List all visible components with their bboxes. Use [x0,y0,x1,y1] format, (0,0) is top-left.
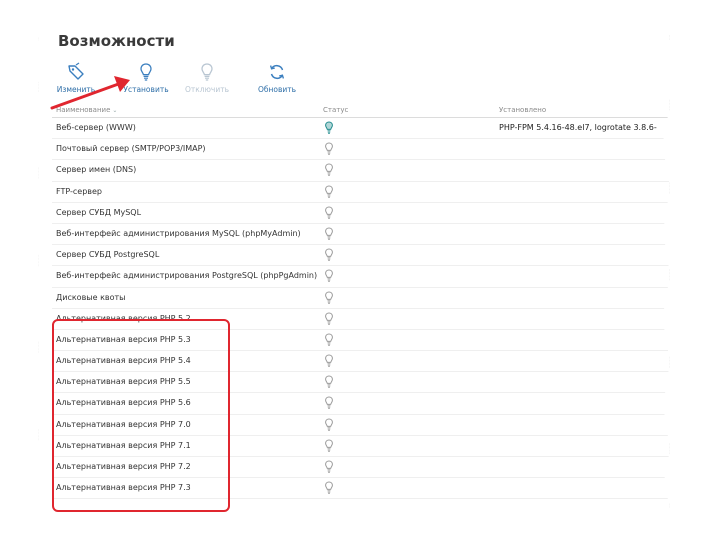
annotation-arrow-icon [50,76,130,110]
row-installed-packages: PHP-FPM 5.4.16-48.el7, logrotate 3.8.6- [499,123,657,132]
status-bulb-icon [325,206,333,219]
page-title: Возможности [58,32,175,50]
status-bulb-icon [325,354,333,368]
table-row[interactable]: Веб-сервер (WWW) PHP-FPM 5.4.16-48.el7, l… [52,118,670,140]
status-bulb-icon [325,142,333,156]
row-name: Сервер СУБД PostgreSQL [56,250,160,260]
row-name: Веб-сервер (WWW) [56,123,136,132]
lightbulb-off-icon [201,63,213,81]
status-bulb-icon [325,248,333,262]
status-bulb-icon [325,333,333,346]
row-name: Дисковые квоты [56,292,126,302]
status-bulb-icon [325,163,333,177]
table-row[interactable]: Дисковые квоты [52,288,670,309]
status-installed-bulb-icon [325,121,333,134]
table-header: Наименование ⌄ Статус Установлено [52,104,670,118]
status-bulb-icon [325,439,333,452]
status-bulb-icon [325,269,333,283]
refresh-button-label: Обновить [257,85,297,94]
status-bulb-icon [325,290,333,304]
table-row[interactable]: Почтовый сервер (SMTP/POP3/IMAP) [52,139,670,161]
table-row[interactable]: Сервер СУБД PostgreSQL [52,245,670,267]
annotation-highlight-box [52,319,230,512]
status-bulb-icon [325,375,333,389]
disable-button[interactable]: Отключить [182,62,232,94]
row-name: Сервер СУБД MySQL [56,207,142,217]
row-name: Веб-интерфейс администрирования PostgreS… [56,271,318,281]
row-name: FTP-сервер [56,186,102,196]
refresh-button[interactable]: Обновить [252,62,302,94]
column-header-installed[interactable]: Установлено [499,106,546,114]
status-bulb-icon [325,460,333,473]
row-name: Сервер имен (DNS) [56,165,137,175]
row-name: Почтовый сервер (SMTP/POP3/IMAP) [56,144,206,154]
status-bulb-icon [325,227,333,240]
table-row[interactable]: Сервер СУБД MySQL [52,203,670,224]
row-name: Веб-интерфейс администрирования MySQL (p… [56,228,301,238]
table-row[interactable]: Веб-интерфейс администрирования MySQL (p… [52,223,670,246]
table-row[interactable]: Сервер имен (DNS) [52,160,670,182]
table-row[interactable]: FTP-сервер [52,182,670,203]
status-bulb-icon [325,418,333,431]
status-bulb-icon [325,185,333,198]
status-bulb-icon [325,481,333,495]
status-bulb-icon [325,396,333,410]
status-bulb-icon [325,312,333,325]
disable-button-label: Отключить [184,85,229,94]
table-row[interactable]: Веб-интерфейс администрирования PostgreS… [52,266,670,288]
column-header-status[interactable]: Статус [323,106,348,114]
refresh-icon [269,64,285,80]
